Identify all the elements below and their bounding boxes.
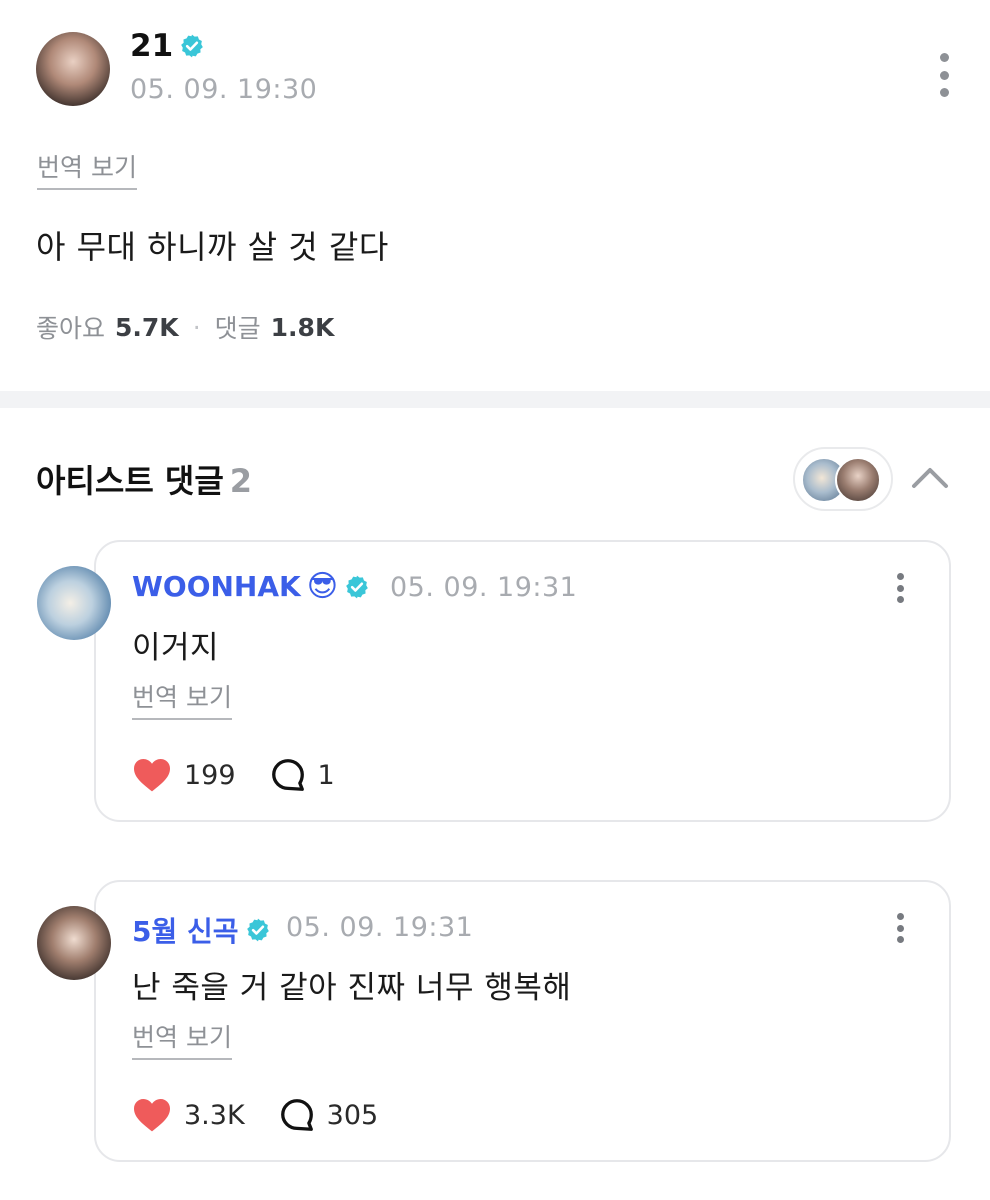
comment-author-row[interactable]: 5월 신곡 bbox=[132, 910, 271, 950]
likes-label: 좋아요 bbox=[36, 314, 106, 343]
artist-avatar-stack[interactable] bbox=[793, 447, 893, 511]
like-button[interactable]: 3.3K bbox=[132, 1097, 245, 1133]
comments-label: 댓글 bbox=[214, 314, 261, 343]
post-author-name[interactable]: 21 bbox=[130, 28, 173, 64]
heart-icon bbox=[134, 1098, 170, 1132]
post-timestamp: 05. 09. 19:30 bbox=[130, 74, 318, 105]
post-translate-link[interactable]: 번역 보기 bbox=[37, 148, 137, 190]
post-author-avatar[interactable] bbox=[36, 32, 110, 106]
comment-timestamp: 05. 09. 19:31 bbox=[286, 912, 474, 943]
artist-comment-card: 5월 신곡 05. 09. 19:31 난 죽을 거 같아 진짜 너무 행복해 … bbox=[94, 880, 951, 1162]
chevron-up-icon[interactable] bbox=[910, 462, 950, 492]
post-author-row[interactable]: 21 bbox=[130, 28, 205, 64]
artist-avatar-second bbox=[835, 457, 881, 503]
heart-icon bbox=[134, 758, 170, 792]
comment-actions: 199 1 bbox=[132, 757, 335, 793]
verified-badge-icon bbox=[181, 34, 203, 58]
like-count: 199 bbox=[184, 759, 236, 791]
section-divider bbox=[0, 391, 990, 408]
comment-author-emoji: 😎 bbox=[306, 568, 339, 604]
comment-bubble-icon bbox=[280, 1099, 313, 1131]
comments-count[interactable]: 1.8K bbox=[271, 313, 335, 342]
artist-comment-card: WOONHAK 😎 05. 09. 19:31 이거지 번역 보기 199 1 bbox=[94, 540, 951, 822]
comment-text: 이거지 bbox=[132, 630, 220, 666]
likes-count[interactable]: 5.7K bbox=[115, 313, 179, 342]
comment-author-avatar[interactable] bbox=[37, 566, 111, 640]
artist-comments-count: 2 bbox=[229, 462, 253, 500]
artist-comments-label: 아티스트 댓글 bbox=[36, 462, 224, 500]
verified-badge-icon bbox=[346, 575, 368, 598]
comment-author-row[interactable]: WOONHAK 😎 bbox=[132, 570, 370, 603]
comment-bubble-icon bbox=[271, 759, 304, 791]
comment-author-name[interactable]: WOONHAK bbox=[132, 570, 301, 603]
comment-author-name[interactable]: 5월 신곡 bbox=[132, 910, 239, 950]
reply-count: 305 bbox=[326, 1099, 379, 1131]
like-button[interactable]: 199 bbox=[132, 757, 236, 793]
reply-count: 1 bbox=[317, 759, 335, 791]
post-body-text: 아 무대 하니까 살 것 같다 bbox=[36, 228, 389, 266]
comment-text: 난 죽을 거 같아 진짜 너무 행복해 bbox=[132, 970, 572, 1006]
comment-translate-link[interactable]: 번역 보기 bbox=[132, 678, 232, 720]
verified-badge-icon bbox=[246, 918, 269, 942]
stats-separator: · bbox=[192, 312, 201, 342]
reply-button[interactable]: 305 bbox=[279, 1097, 379, 1133]
post-stats: 좋아요 5.7K · 댓글 1.8K bbox=[36, 309, 334, 345]
like-count: 3.3K bbox=[184, 1099, 245, 1131]
comment-more-icon[interactable] bbox=[892, 573, 908, 603]
post-more-icon[interactable] bbox=[934, 53, 954, 97]
comment-actions: 3.3K 305 bbox=[132, 1097, 378, 1133]
comment-author-avatar[interactable] bbox=[37, 906, 111, 980]
comment-more-icon[interactable] bbox=[892, 913, 908, 943]
post-detail-page: 21 05. 09. 19:30 번역 보기 아 무대 하니까 살 것 같다 좋… bbox=[0, 0, 990, 1200]
comment-translate-link[interactable]: 번역 보기 bbox=[132, 1018, 232, 1060]
comment-timestamp: 05. 09. 19:31 bbox=[390, 572, 578, 603]
reply-button[interactable]: 1 bbox=[270, 757, 335, 793]
artist-comments-title: 아티스트 댓글 2 bbox=[36, 456, 252, 502]
